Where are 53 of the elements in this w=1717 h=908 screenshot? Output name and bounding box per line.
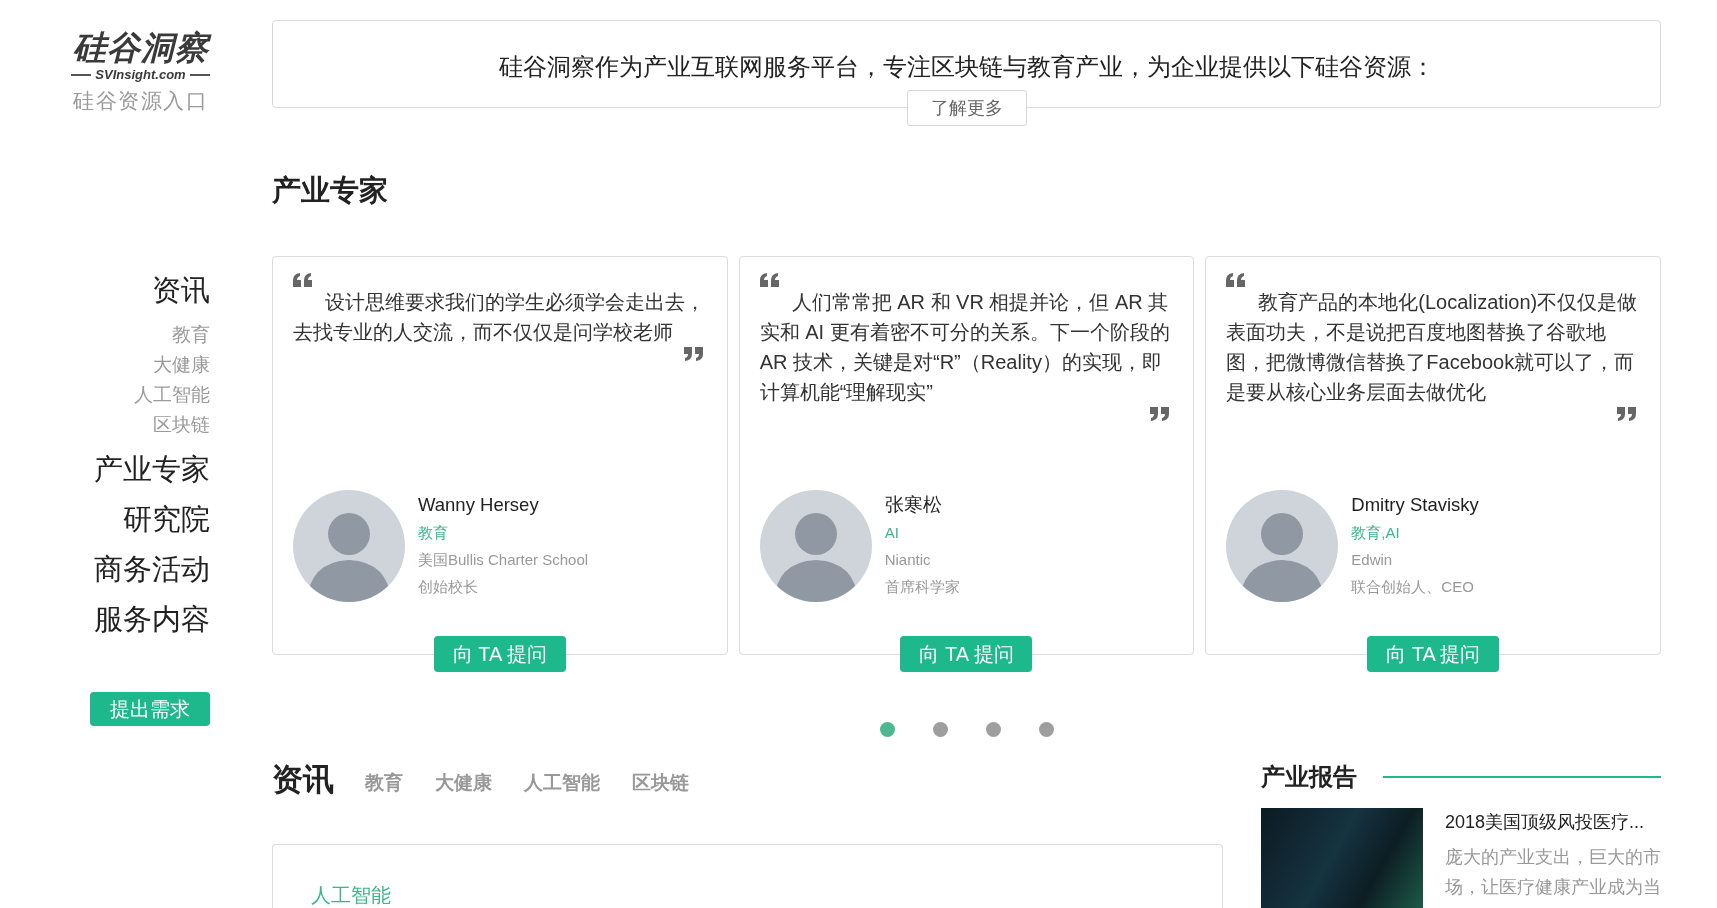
pager-dot[interactable] — [1038, 722, 1054, 737]
quote-text: 人们常常把 AR 和 VR 相提并论，但 AR 其实和 AI 更有着密不可分的关系。下一个阶段的 AR 技术，关键是对“R”（Reality）的实现，即计算机能“理解现实” — [759, 290, 1171, 405]
nav-sublink[interactable]: 人工智能 — [134, 380, 210, 410]
expert-tags: AI — [884, 519, 899, 546]
expert-tags: 教育,AI — [1351, 519, 1400, 546]
quote-close-icon — [1615, 407, 1636, 421]
quote-close-icon — [681, 347, 703, 361]
expert-name: Dmitry Stavisky — [1351, 493, 1479, 517]
nav-link[interactable]: 研究院 — [123, 494, 210, 544]
news-tab[interactable]: 人工智能 — [524, 770, 600, 796]
nav-sublink[interactable]: 大健康 — [153, 350, 210, 380]
pager-dot[interactable] — [879, 722, 895, 737]
ask-question-button[interactable]: 向 TA 提问 — [1367, 636, 1500, 672]
pager-dot[interactable] — [985, 722, 1001, 737]
expert-company: Edwin — [1351, 550, 1393, 570]
expert-tags: 教育 — [418, 519, 448, 546]
quote-text: 教育产品的本地化(Localization)不仅仅是做表面功夫，不是说把百度地图替换了谷歌地图，把微博微信替换了Facebook就可以了，而是要从核心业务层面去做优化 — [1226, 290, 1639, 405]
report-cover-placeholder[interactable] — [1261, 808, 1423, 908]
quote-open-icon — [759, 273, 781, 287]
expert-role: 联合创始人、CEO — [1351, 577, 1474, 597]
news-tab[interactable]: 教育 — [365, 770, 403, 796]
expert-name: Wanny Hersey — [418, 493, 539, 517]
nav-link[interactable]: 服务内容 — [94, 594, 210, 644]
quote-text: 设计思维要求我们的学生必须学会走出去，去找专业的人交流，而不仅仅是问学校老师 — [293, 290, 706, 345]
quote-open-icon — [1226, 273, 1248, 287]
nav-link[interactable]: 商务活动 — [94, 544, 210, 594]
logo-domain: SVInsight.com — [95, 67, 186, 83]
expert-company: 美国Bullis Charter School — [418, 550, 589, 570]
intro-text: 硅谷洞察作为产业互联网服务平台，专注区块链与教育产业，为企业提供以下硅谷资源： — [498, 52, 1435, 82]
nav-sublink[interactable]: 区块链 — [153, 410, 210, 440]
expert-company: Niantic — [884, 550, 931, 570]
expert-name: 张寒松 — [884, 493, 942, 517]
logo-tagline: 硅谷资源入口 — [73, 88, 208, 114]
nav-link[interactable]: 产业专家 — [94, 444, 210, 494]
expert-role: 首席科学家 — [884, 577, 960, 597]
report-summary: 庞大的产业支出，巨大的市场，让医疗健康产业成为当 — [1445, 846, 1661, 899]
section-heading: 产业专家 — [272, 173, 388, 208]
quote-open-icon — [293, 273, 314, 287]
news-tab[interactable]: 大健康 — [435, 770, 492, 796]
nav-sublink[interactable]: 教育 — [172, 320, 210, 350]
news-category-link[interactable]: 人工智能 — [311, 882, 391, 908]
nav-link[interactable]: 资讯 — [152, 270, 210, 310]
news-heading: 资讯 — [272, 761, 334, 799]
learn-more-button[interactable]: 了解更多 — [906, 90, 1027, 126]
news-tab[interactable]: 区块链 — [632, 770, 689, 796]
ask-question-button[interactable]: 向 TA 提问 — [433, 636, 566, 672]
submit-request-button[interactable]: 提出需求 — [90, 692, 210, 726]
quote-close-icon — [1148, 407, 1170, 421]
report-title[interactable]: 2018美国顶级风投医疗... — [1445, 808, 1645, 836]
expert-role: 创始校长 — [418, 577, 478, 597]
ask-question-button[interactable]: 向 TA 提问 — [900, 636, 1033, 672]
reports-heading: 产业报告 — [1261, 762, 1357, 792]
pager-dot[interactable] — [932, 722, 948, 737]
